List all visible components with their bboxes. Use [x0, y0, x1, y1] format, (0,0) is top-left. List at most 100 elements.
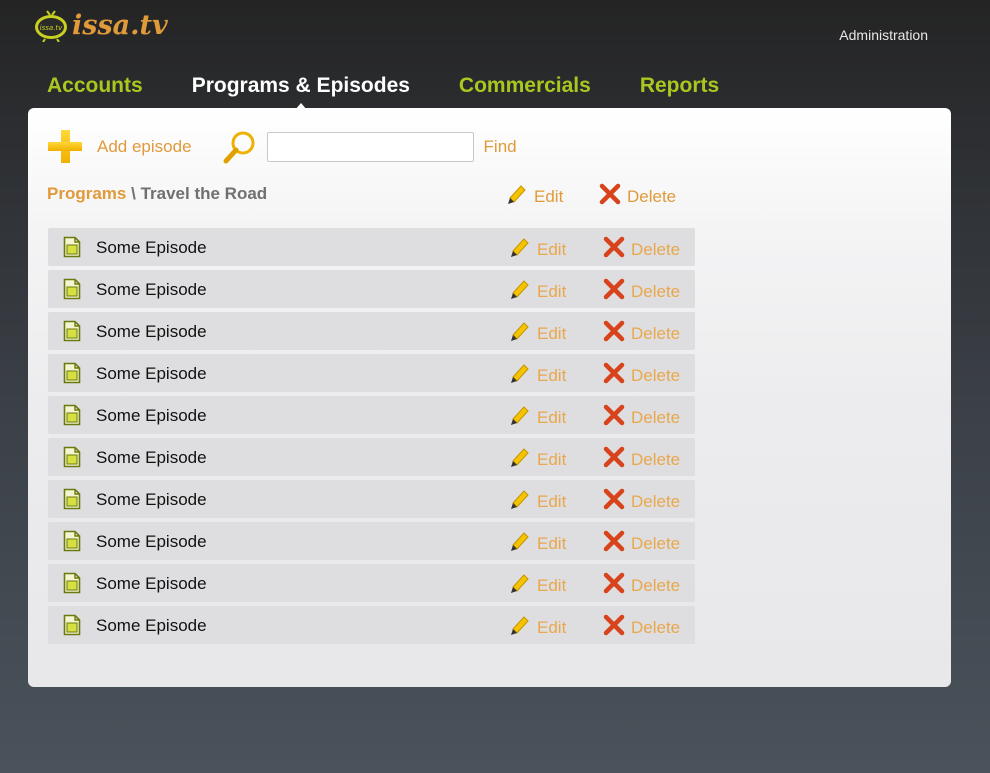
- episode-title: Some Episode: [96, 532, 207, 551]
- svg-text:issa.tv: issa.tv: [40, 24, 63, 32]
- document-icon: [63, 572, 81, 599]
- episode-edit-button[interactable]: Edit: [509, 446, 566, 473]
- program-edit-label: Edit: [534, 186, 564, 206]
- nav-tab-programs-episodes[interactable]: Programs & Episodes: [192, 74, 410, 110]
- episode-delete-label: Delete: [631, 533, 681, 553]
- episode-edit-button[interactable]: Edit: [509, 530, 566, 557]
- episode-title: Some Episode: [96, 280, 207, 299]
- episode-edit-button[interactable]: Edit: [509, 362, 566, 389]
- delete-x-icon: [603, 446, 625, 473]
- program-delete-label: Delete: [627, 186, 677, 206]
- program-delete-button[interactable]: Delete: [599, 183, 676, 210]
- episode-row[interactable]: Some Episode Edit Delete: [48, 354, 695, 392]
- tv-logo-icon: issa.tv: [34, 8, 68, 43]
- episode-row[interactable]: Some Episode Edit Delete: [48, 480, 695, 518]
- episode-list: Some Episode Edit Delete Some Episode Ed…: [48, 228, 695, 648]
- episode-title: Some Episode: [96, 238, 207, 257]
- pencil-icon: [509, 530, 531, 557]
- episode-delete-button[interactable]: Delete: [603, 446, 680, 473]
- episode-delete-label: Delete: [631, 449, 681, 469]
- episode-delete-label: Delete: [631, 617, 681, 637]
- episode-edit-button[interactable]: Edit: [509, 236, 566, 263]
- document-icon: [63, 488, 81, 515]
- delete-x-icon: [599, 183, 621, 210]
- episode-title: Some Episode: [96, 322, 207, 341]
- episode-delete-label: Delete: [631, 323, 681, 343]
- nav-tab-accounts[interactable]: Accounts: [47, 74, 143, 98]
- delete-x-icon: [603, 236, 625, 263]
- toolbar: Add episode Find: [48, 130, 517, 164]
- episode-delete-label: Delete: [631, 239, 681, 259]
- episode-delete-button[interactable]: Delete: [603, 236, 680, 263]
- program-edit-button[interactable]: Edit: [506, 183, 563, 210]
- delete-x-icon: [603, 488, 625, 515]
- pencil-icon: [509, 362, 531, 389]
- episode-edit-label: Edit: [537, 323, 567, 343]
- episode-edit-label: Edit: [537, 449, 567, 469]
- document-icon: [63, 530, 81, 557]
- episode-edit-label: Edit: [537, 575, 567, 595]
- episode-title: Some Episode: [96, 364, 207, 383]
- nav-tab-commercials[interactable]: Commercials: [459, 74, 591, 98]
- pencil-icon: [509, 488, 531, 515]
- episode-edit-label: Edit: [537, 617, 567, 637]
- episode-edit-button[interactable]: Edit: [509, 488, 566, 515]
- episode-delete-button[interactable]: Delete: [603, 278, 680, 305]
- add-episode-link[interactable]: Add episode: [97, 137, 192, 157]
- episode-row[interactable]: Some Episode Edit Delete: [48, 396, 695, 434]
- document-icon: [63, 362, 81, 389]
- pencil-icon: [509, 320, 531, 347]
- episode-delete-label: Delete: [631, 365, 681, 385]
- breadcrumb: Programs \ Travel the Road: [47, 184, 267, 204]
- administration-link[interactable]: Administration: [839, 27, 928, 43]
- episode-edit-label: Edit: [537, 533, 567, 553]
- episode-delete-button[interactable]: Delete: [603, 320, 680, 347]
- episode-row[interactable]: Some Episode Edit Delete: [48, 312, 695, 350]
- episode-edit-button[interactable]: Edit: [509, 404, 566, 431]
- find-button[interactable]: Find: [484, 137, 517, 157]
- episode-edit-label: Edit: [537, 407, 567, 427]
- document-icon: [63, 278, 81, 305]
- episode-delete-label: Delete: [631, 491, 681, 511]
- magnifier-icon: [222, 130, 256, 164]
- search-input[interactable]: [266, 132, 474, 162]
- content-panel: Add episode Find Programs \ Travel the R…: [28, 108, 951, 687]
- episode-row[interactable]: Some Episode Edit Delete: [48, 270, 695, 308]
- episode-delete-label: Delete: [631, 281, 681, 301]
- pencil-icon: [509, 446, 531, 473]
- document-icon: [63, 404, 81, 431]
- episode-delete-button[interactable]: Delete: [603, 362, 680, 389]
- episode-row[interactable]: Some Episode Edit Delete: [48, 438, 695, 476]
- episode-edit-button[interactable]: Edit: [509, 320, 566, 347]
- episode-edit-button[interactable]: Edit: [509, 278, 566, 305]
- episode-delete-label: Delete: [631, 407, 681, 427]
- nav-tab-reports[interactable]: Reports: [640, 74, 719, 98]
- breadcrumb-separator: \: [131, 184, 136, 203]
- episode-delete-button[interactable]: Delete: [603, 404, 680, 431]
- episode-row[interactable]: Some Episode Edit Delete: [48, 228, 695, 266]
- episode-delete-button[interactable]: Delete: [603, 530, 680, 557]
- pencil-icon: [509, 614, 531, 641]
- episode-title: Some Episode: [96, 448, 207, 467]
- episode-edit-button[interactable]: Edit: [509, 614, 566, 641]
- episode-title: Some Episode: [96, 616, 207, 635]
- episode-delete-button[interactable]: Delete: [603, 572, 680, 599]
- episode-edit-button[interactable]: Edit: [509, 572, 566, 599]
- delete-x-icon: [603, 404, 625, 431]
- delete-x-icon: [603, 572, 625, 599]
- breadcrumb-programs-link[interactable]: Programs: [47, 184, 126, 203]
- logo[interactable]: issa.tv issa.tv: [34, 8, 168, 43]
- episode-delete-button[interactable]: Delete: [603, 488, 680, 515]
- episode-row[interactable]: Some Episode Edit Delete: [48, 522, 695, 560]
- episode-row[interactable]: Some Episode Edit Delete: [48, 564, 695, 602]
- episode-row[interactable]: Some Episode Edit Delete: [48, 606, 695, 644]
- pencil-icon: [509, 404, 531, 431]
- document-icon: [63, 446, 81, 473]
- document-icon: [63, 614, 81, 641]
- document-icon: [63, 236, 81, 263]
- episode-delete-button[interactable]: Delete: [603, 614, 680, 641]
- delete-x-icon: [603, 530, 625, 557]
- plus-icon[interactable]: [48, 130, 82, 164]
- delete-x-icon: [603, 362, 625, 389]
- breadcrumb-current: Travel the Road: [140, 184, 268, 203]
